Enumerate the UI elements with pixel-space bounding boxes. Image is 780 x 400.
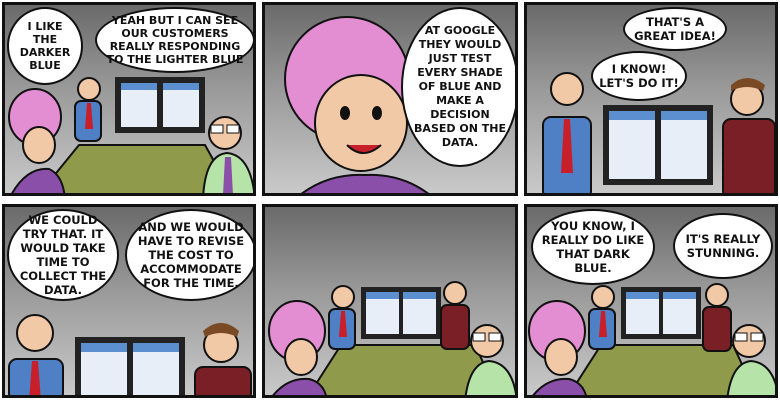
blue-shirt-man-head <box>16 314 54 352</box>
speech-bubble-p6-b: IT'S REALLY STUNNING. <box>673 213 773 279</box>
blue-shirt-man-head <box>591 285 615 309</box>
maroon-sweater-man-head <box>705 283 729 307</box>
speech-bubble-p6-a: YOU KNOW, I REALLY DO LIKE THAT DARK BLU… <box>531 209 655 285</box>
blue-shirt-man-head <box>550 72 584 106</box>
comic-panel-4: WE COULD TRY THAT. IT WOULD TAKE TIME TO… <box>2 204 256 398</box>
speech-bubble-p4-a: WE COULD TRY THAT. IT WOULD TAKE TIME TO… <box>7 209 119 301</box>
comic-panel-5 <box>262 204 518 398</box>
speech-bubble-p1-b: YEAH BUT I CAN SEE OUR CUSTOMERS REALLY … <box>95 7 253 73</box>
panel-5-scene <box>268 281 515 395</box>
blue-shirt-man-head <box>331 285 355 309</box>
speech-bubble-p3-b: I KNOW! LET'S DO IT! <box>591 51 687 101</box>
maroon-sweater-man-head <box>443 281 467 305</box>
comic-panel-3: THAT'S A GREAT IDEA! I KNOW! LET'S DO IT… <box>524 2 778 196</box>
speech-bubble-p2: AT GOOGLE THEY WOULD JUST TEST EVERY SHA… <box>401 7 515 167</box>
speech-bubble-p1-a: I LIKE THE DARKER BLUE <box>7 7 83 85</box>
woman-face <box>314 74 408 172</box>
comic-panel-2: AT GOOGLE THEY WOULD JUST TEST EVERY SHA… <box>262 2 518 196</box>
blue-shirt-man-head <box>77 77 101 101</box>
speech-bubble-p3-a: THAT'S A GREAT IDEA! <box>623 7 727 51</box>
comic-panel-6: YOU KNOW, I REALLY DO LIKE THAT DARK BLU… <box>524 204 778 398</box>
comic-panel-1: I LIKE THE DARKER BLUE YEAH BUT I CAN SE… <box>2 2 256 196</box>
speech-bubble-p4-b: AND WE WOULD HAVE TO REVISE THE COST TO … <box>125 209 253 301</box>
